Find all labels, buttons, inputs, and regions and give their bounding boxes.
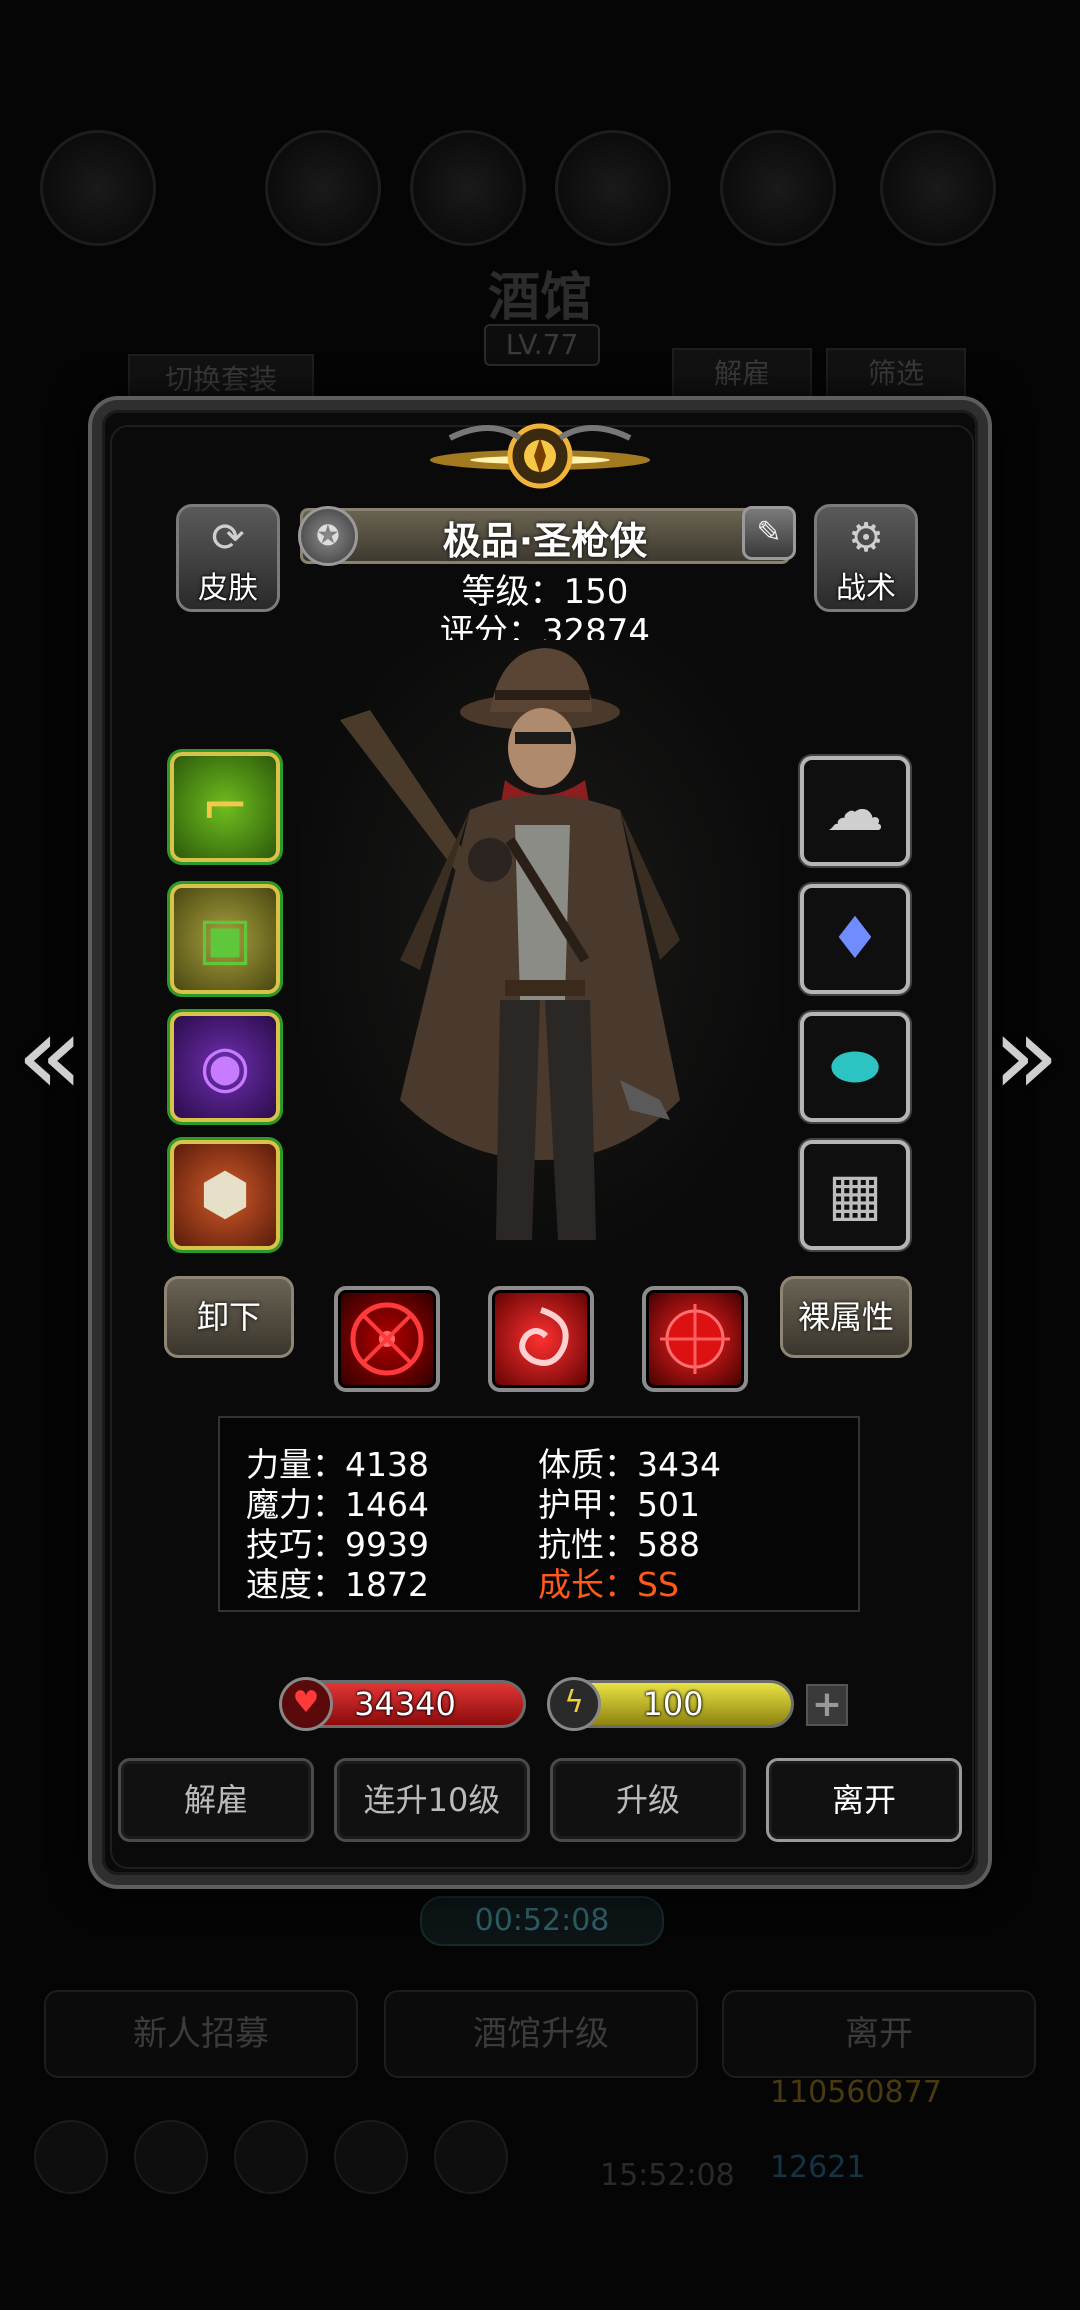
hp-bar: ♥ 34340 xyxy=(279,1677,526,1731)
dismiss-button[interactable]: 解雇 xyxy=(118,1758,314,1842)
stat-growth: 成长：SS xyxy=(538,1565,679,1604)
background-clock: 15:52:08 xyxy=(600,2158,735,2193)
purple-orb-icon: ◉ xyxy=(199,1032,251,1100)
tactics-label: 战术 xyxy=(836,571,896,606)
background-timer: 00:52:08 xyxy=(420,1896,664,1946)
gem-count: 12621 xyxy=(770,2150,866,2185)
energy-bar: ϟ 100 xyxy=(547,1677,794,1731)
skill-slot-2[interactable] xyxy=(488,1286,594,1392)
bg-icon xyxy=(880,130,996,246)
red-orb-icon xyxy=(660,1304,730,1374)
bg-icon xyxy=(555,130,671,246)
skin-button[interactable]: ⟳ 皮肤 xyxy=(176,504,280,612)
recruit-button: 新人招募 xyxy=(44,1990,358,2078)
edit-icon[interactable]: ✎ xyxy=(742,506,796,560)
bg-icon xyxy=(720,130,836,246)
bg-icon xyxy=(40,130,156,246)
bg-menu-icon xyxy=(234,2120,308,2194)
previous-hero-arrow-icon[interactable]: « xyxy=(10,1000,90,1120)
gold-count: 110560877 xyxy=(770,2075,942,2110)
hp-value: 34340 xyxy=(354,1685,456,1723)
upgrade-tavern-button: 酒馆升级 xyxy=(384,1990,698,2078)
smoke-cloud-icon: ☁ xyxy=(826,776,884,844)
background-level: LV.77 xyxy=(484,324,600,366)
bg-menu-icon xyxy=(34,2120,108,2194)
armor-slot[interactable]: ▣ xyxy=(170,884,280,994)
shield-slot[interactable]: ⬢ xyxy=(170,1140,280,1250)
golden-revolver-icon: ⌐ xyxy=(200,772,250,840)
bg-menu-icon xyxy=(434,2120,508,2194)
weapon-slot[interactable]: ⌐ xyxy=(170,752,280,862)
red-swirl-icon xyxy=(519,1307,569,1366)
rune-slot-3[interactable]: ⬬ xyxy=(800,1012,910,1122)
stat-speed: 速度：1872 xyxy=(246,1565,429,1604)
background-title: 酒馆 xyxy=(487,267,592,328)
blue-crystal-icon: ♦ xyxy=(829,904,881,972)
level-up-button[interactable]: 升级 xyxy=(550,1758,746,1842)
accessory-slot[interactable]: ◉ xyxy=(170,1012,280,1122)
bg-menu-icon xyxy=(134,2120,208,2194)
bg-icon xyxy=(265,130,381,246)
add-energy-button[interactable]: + xyxy=(806,1684,848,1726)
leave-button[interactable]: 离开 xyxy=(766,1758,962,1842)
bg-icon xyxy=(410,130,526,246)
tactics-button[interactable]: ⚙ 战术 xyxy=(814,504,918,612)
background-top-icons xyxy=(40,120,1040,260)
rune-slot-4[interactable]: ▦ xyxy=(800,1140,910,1250)
golden-emblem-icon xyxy=(430,423,650,489)
bg-menu-icon xyxy=(334,2120,408,2194)
hero-name: 极品·圣枪侠 xyxy=(442,519,648,563)
unequip-button[interactable]: 卸下 xyxy=(164,1276,294,1358)
bg-filter-button: 筛选 xyxy=(826,348,966,400)
level-up-10-button[interactable]: 连升10级 xyxy=(334,1758,530,1842)
bg-dismiss-button: 解雇 xyxy=(672,348,812,400)
skin-label: 皮肤 xyxy=(198,571,258,606)
switch-outfit-button: 切换套装 xyxy=(128,354,314,406)
energy-value: 100 xyxy=(642,1685,704,1723)
shirt-cycle-icon: ⟳ xyxy=(211,515,245,561)
medal-icon[interactable]: ✪ xyxy=(298,506,358,566)
rune-slot-1[interactable]: ☁ xyxy=(800,756,910,866)
skill-slot-1[interactable] xyxy=(334,1286,440,1392)
bg-leave-button: 离开 xyxy=(722,1990,1036,2078)
hero-portrait xyxy=(300,640,780,1280)
base-attributes-button[interactable]: 裸属性 xyxy=(780,1276,912,1358)
chainmail-icon: ▦ xyxy=(827,1160,883,1228)
rune-slot-2[interactable]: ♦ xyxy=(800,884,910,994)
skill-slot-3[interactable] xyxy=(642,1286,748,1392)
red-target-icon xyxy=(350,1302,424,1376)
teal-gem-icon: ⬬ xyxy=(830,1032,880,1100)
next-hero-arrow-icon[interactable]: » xyxy=(986,1000,1066,1120)
gear-icon: ⚙ xyxy=(848,515,884,561)
jeweled-shield-icon: ⬢ xyxy=(199,1160,251,1228)
green-vest-icon: ▣ xyxy=(197,904,253,972)
